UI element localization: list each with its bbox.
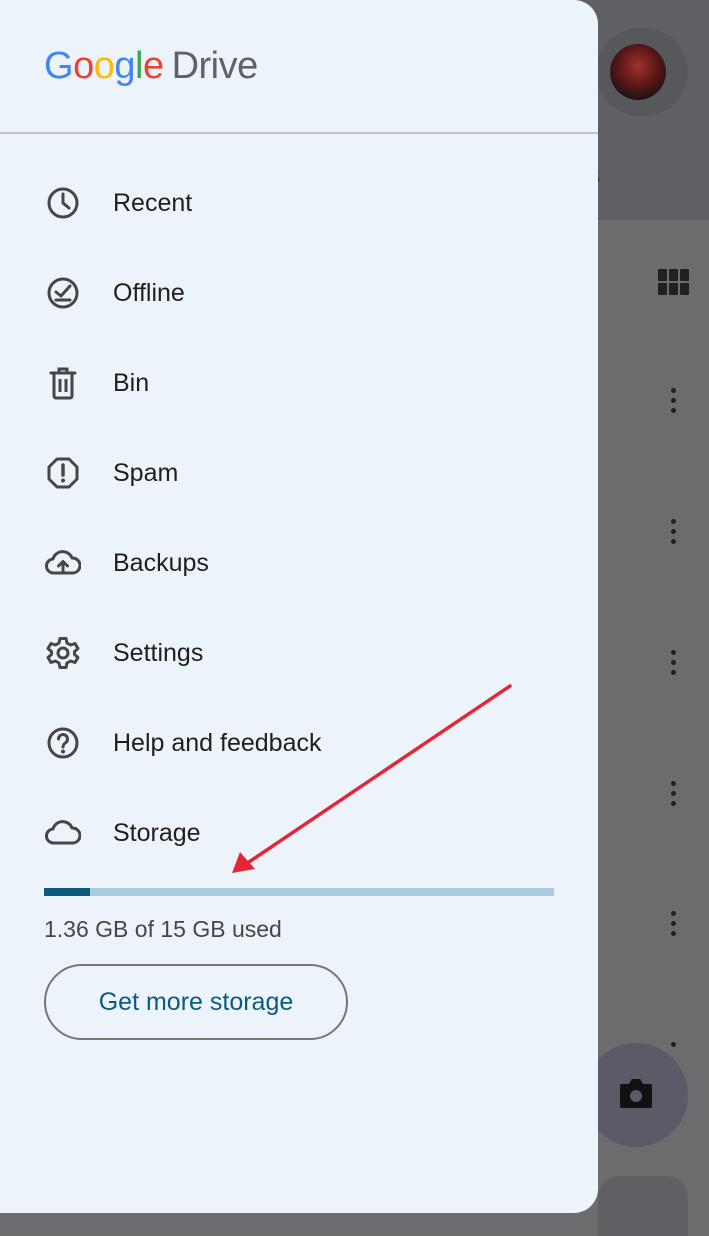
cloud-icon xyxy=(44,814,82,852)
menu-item-storage[interactable]: Storage xyxy=(0,793,598,873)
menu-item-label: Backups xyxy=(113,548,209,577)
storage-usage-text: 1.36 GB of 15 GB used xyxy=(44,916,282,942)
navigation-drawer: Google Drive Recent Offline Bin Spam Back… xyxy=(0,0,598,1213)
more-options-icon[interactable] xyxy=(671,388,677,418)
menu-item-label: Offline xyxy=(113,278,185,307)
menu-item-label: Recent xyxy=(113,188,193,217)
menu-item-bin[interactable]: Bin xyxy=(0,343,598,423)
more-options-icon[interactable] xyxy=(671,519,677,549)
grid-view-icon[interactable] xyxy=(658,269,690,297)
menu-item-label: Bin xyxy=(113,368,150,397)
get-more-storage-button[interactable]: Get more storage xyxy=(44,964,348,1040)
menu-item-offline[interactable]: Offline xyxy=(0,253,598,333)
cloud-upload-icon xyxy=(44,544,82,582)
gear-icon xyxy=(44,634,82,672)
header-divider xyxy=(0,132,598,134)
more-options-icon[interactable] xyxy=(671,781,677,811)
menu-item-label: Spam xyxy=(113,458,179,487)
menu-item-spam[interactable]: Spam xyxy=(0,433,598,513)
google-drive-logo: Google Drive xyxy=(44,45,258,87)
offline-icon xyxy=(44,274,82,312)
help-icon xyxy=(44,724,82,762)
menu-item-label: Settings xyxy=(113,638,204,667)
avatar xyxy=(610,44,666,100)
background-bottom-bar xyxy=(598,1176,688,1236)
camera-icon xyxy=(620,1079,652,1108)
menu-item-help-and-feedback[interactable]: Help and feedback xyxy=(0,703,598,783)
storage-usage-fill xyxy=(44,888,91,896)
spam-icon xyxy=(44,454,82,492)
more-options-icon[interactable] xyxy=(671,650,677,680)
menu-item-settings[interactable]: Settings xyxy=(0,613,598,693)
more-options-icon[interactable] xyxy=(671,1042,677,1052)
menu-item-backups[interactable]: Backups xyxy=(0,523,598,603)
clock-icon xyxy=(44,184,82,222)
storage-usage-bar xyxy=(44,888,554,896)
more-options-icon[interactable] xyxy=(671,911,677,941)
menu-item-label: Help and feedback xyxy=(113,728,322,757)
menu-item-label: Storage xyxy=(113,818,201,847)
menu-item-recent[interactable]: Recent xyxy=(0,163,598,243)
trash-icon xyxy=(44,364,82,402)
